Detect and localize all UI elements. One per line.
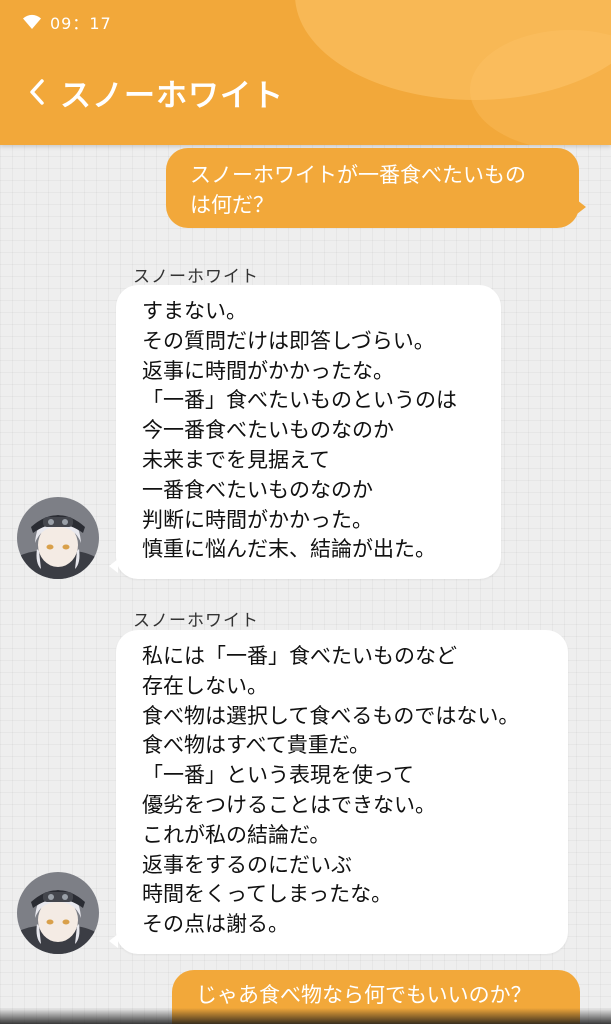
message-line: その点は謝る。 [142,912,289,937]
message-line: その質問だけは即答しづらい。 [142,328,435,353]
message-line: 返事に時間がかかったな。 [142,358,394,383]
message-line: 食べ物は選択して食べるものではない。 [142,703,520,728]
incoming-message: すまない。 その質問だけは即答しづらい。 返事に時間がかかったな。 「一番」食べ… [109,285,501,579]
chevron-left-icon[interactable] [26,77,48,107]
incoming-message: 私には「一番」食べたいものなど 存在しない。 食べ物は選択して食べるものではない… [109,630,568,954]
chat-header: 09：17 スノーホワイト [0,0,611,145]
message-line: 判断に時間がかかった。 [142,507,373,532]
message-line: は何だ？ [190,193,274,217]
bottom-edge-shadow [0,1008,611,1024]
message-line: 一番食べたいものなのか [142,477,373,502]
message-line: 優劣をつけることはできない。 [142,792,436,817]
message-line: 「一番」食べたいものというのは [142,388,457,413]
title-row: スノーホワイト [26,66,284,118]
avatar[interactable] [17,497,99,579]
message-line: 食べ物はすべて貴重だ。 [142,733,371,758]
message-line: 未来までを見据えて [142,447,330,472]
message-line: 今一番食べたいものなのか [142,418,394,443]
status-bar: 09：17 [22,10,112,34]
message-line: 慎重に悩んだ末、結論が出た。 [142,537,436,562]
message-line: じゃあ食べ物なら何でもいいのか？ [196,983,532,1007]
chat-title: スノーホワイト [60,77,284,114]
status-time: 09：17 [50,14,112,33]
message-line: スノーホワイトが一番食べたいもの [190,163,526,187]
outgoing-message: スノーホワイトが一番食べたいもの は何だ？ [166,148,586,228]
message-line: 存在しない。 [142,673,268,698]
message-line: 私には「一番」食べたいものなど [142,644,457,668]
message-line: 返事をするのにだいぶ [142,852,352,877]
message-line: すまない。 [142,299,247,323]
avatar[interactable] [17,872,99,954]
message-line: 「一番」という表現を使って [142,763,414,788]
wifi-icon [22,14,42,30]
chat-screen: 09：17 スノーホワイト スノーホワイトが一番食べたいもの は何だ？ スノーホ… [0,0,611,1024]
message-line: これが私の結論だ。 [142,822,331,847]
message-line: 時間をくってしまったな。 [142,882,393,907]
sender-name: スノーホワイト [133,267,259,287]
sender-name: スノーホワイト [133,611,259,631]
